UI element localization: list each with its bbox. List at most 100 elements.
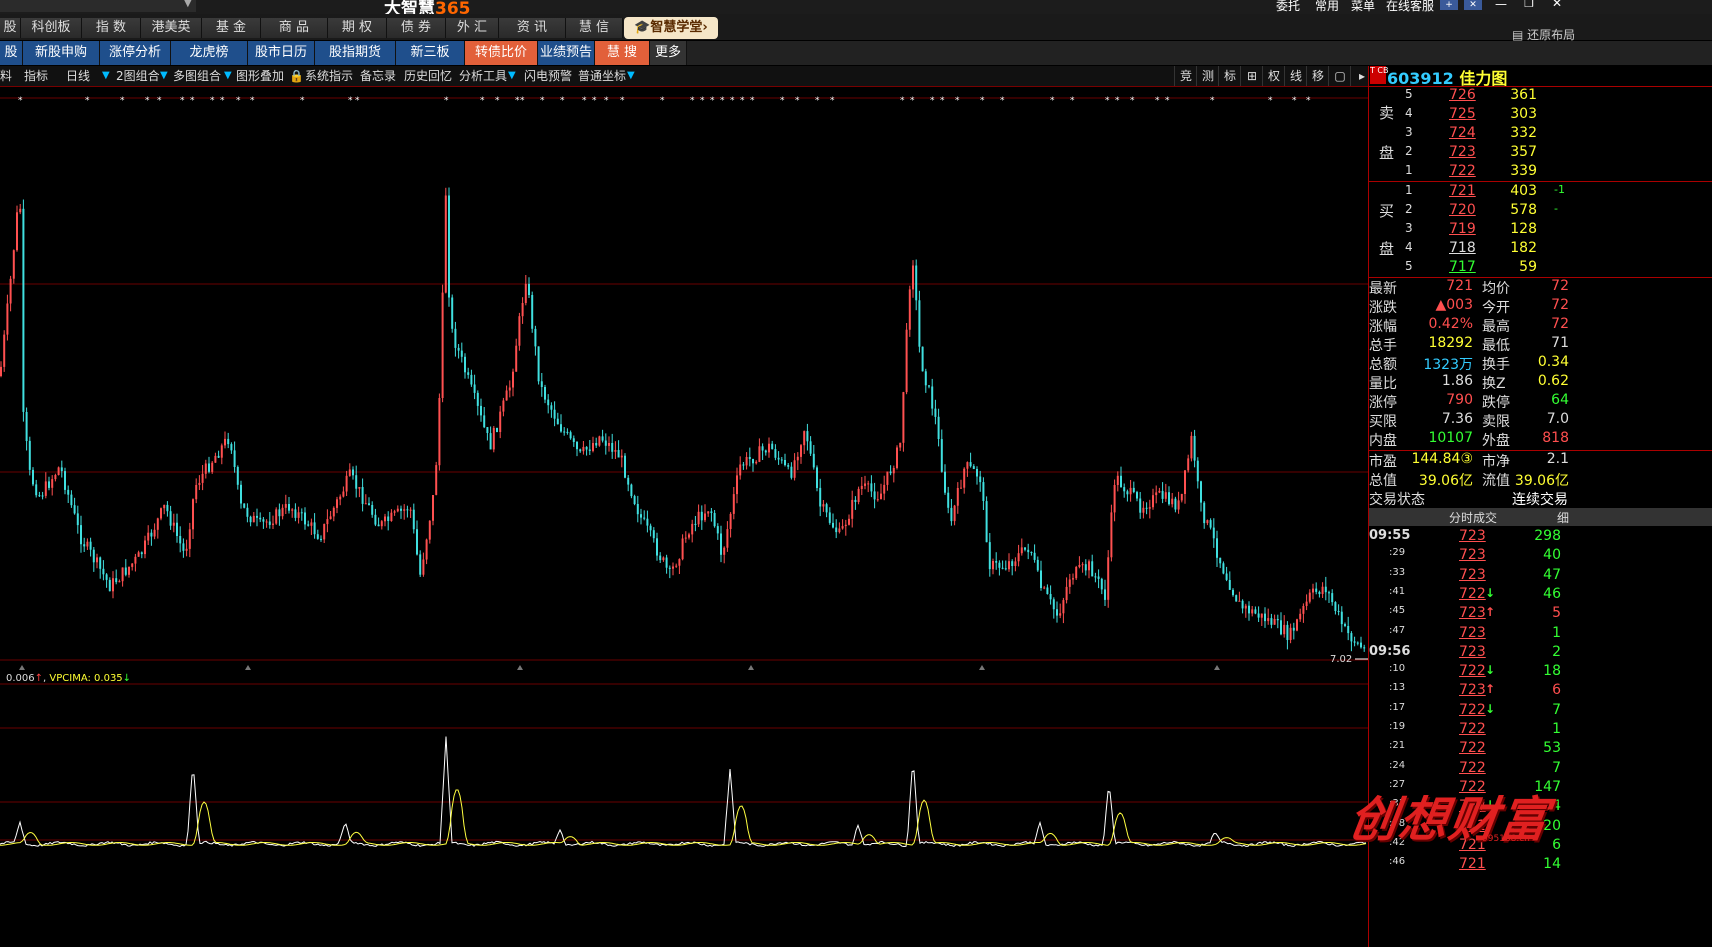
toolbar-history[interactable]: 历史回忆	[404, 66, 452, 86]
toolbar-line[interactable]: 线	[1284, 66, 1307, 86]
candle-body	[16, 212, 18, 251]
window-icon[interactable]: ▢	[1328, 66, 1351, 86]
candle-body	[1254, 609, 1257, 614]
candle-body	[835, 527, 838, 533]
menu-hk-us[interactable]: 港美英	[141, 18, 202, 38]
nav-index-futures[interactable]: 股指期货	[315, 41, 396, 65]
pin-icon[interactable]: ✕	[1464, 0, 1482, 10]
candle-body	[540, 381, 543, 387]
plus-icon[interactable]: +	[1440, 0, 1458, 10]
candle-body	[662, 557, 665, 561]
toolbar-system-indicator[interactable]: 系统指示	[305, 66, 353, 86]
nav-search[interactable]: 慧 搜	[595, 41, 650, 65]
menu-stocks[interactable]: 股	[0, 18, 21, 38]
tick-volume: 7	[1552, 701, 1561, 718]
menu-forex[interactable]: 外 汇	[446, 18, 499, 38]
event-marker: *	[750, 96, 755, 106]
stat-label: 涨跌	[1369, 300, 1397, 316]
candle-body	[1283, 624, 1286, 635]
menu-news[interactable]: 资 讯	[499, 18, 566, 38]
window-link-menu[interactable]: 菜单	[1351, 0, 1375, 14]
menu-index[interactable]: 指 数	[82, 18, 141, 38]
bid-price[interactable]: 718	[1449, 240, 1476, 256]
bid-price[interactable]: 719	[1449, 221, 1476, 237]
nav-stocks[interactable]: 股	[0, 41, 23, 65]
menu-funds[interactable]: 基 金	[202, 18, 261, 38]
dropdown-arrow-icon[interactable]: ▼	[160, 66, 168, 86]
dropdown-arrow-icon[interactable]: ▼	[184, 0, 192, 9]
dropdown-arrow-icon[interactable]: ▼	[224, 66, 232, 86]
nav-market-calendar[interactable]: 股市日历	[248, 41, 315, 65]
candle-body	[1216, 538, 1218, 558]
ask-price[interactable]: 724	[1449, 125, 1476, 141]
bid-price[interactable]: 720	[1449, 202, 1476, 218]
toolbar-memo[interactable]: 备忘录	[360, 66, 396, 86]
toolbar-multi-chart[interactable]: 多图组合	[173, 66, 221, 86]
candle-body	[246, 507, 249, 517]
candle-body	[1059, 613, 1062, 616]
candle-body	[617, 450, 620, 458]
menu-commodities[interactable]: 商 品	[261, 18, 328, 38]
toolbar-data[interactable]: 料	[0, 66, 12, 86]
toolbar-flash-alert[interactable]: 闪电预警	[524, 66, 572, 86]
menu-huixin[interactable]: 慧 信	[566, 18, 623, 38]
candle-body	[976, 469, 978, 477]
toolbar-rights[interactable]: 权	[1262, 66, 1285, 86]
candle-body	[572, 438, 575, 442]
ask-price[interactable]: 723	[1449, 144, 1476, 160]
dropdown-arrow-icon[interactable]: ▼	[508, 66, 516, 86]
toolbar-bid[interactable]: 竞	[1174, 66, 1197, 86]
toolbar-move[interactable]: 移	[1306, 66, 1329, 86]
candle-body	[544, 387, 546, 400]
tick-price: 723	[1459, 528, 1486, 544]
candle-body	[208, 463, 210, 472]
toolbar-period[interactable]: 日线	[66, 66, 90, 86]
candle-body	[1116, 475, 1119, 485]
candle-body	[979, 476, 982, 483]
toolbar-overlay[interactable]: 图形叠加	[236, 66, 284, 86]
toolbar-2-chart[interactable]: 2图组合	[116, 66, 160, 86]
tick-price: 722	[1459, 721, 1486, 737]
candle-body	[454, 328, 457, 348]
candle-body	[867, 483, 870, 485]
candle-body	[787, 465, 790, 467]
toolbar-coordinate[interactable]: 普通坐标	[578, 66, 626, 86]
close-icon[interactable]: ✕	[1546, 0, 1568, 10]
ask-price[interactable]: 726	[1449, 87, 1476, 103]
kline-chart[interactable]: * * * * * * * * * * * * * * * * * * * * * * * * * * * * * * * * * * * * * * * *…	[0, 86, 1368, 947]
tick-time: :41	[1389, 585, 1406, 597]
restore-window-icon[interactable]: ❐	[1518, 0, 1540, 10]
window-link-common[interactable]: 常用	[1315, 0, 1339, 14]
candle-body	[1238, 600, 1241, 602]
toolbar-indicator[interactable]: 指标	[24, 66, 48, 86]
window-link-service[interactable]: 在线客服	[1386, 0, 1434, 14]
search-box[interactable]	[0, 0, 196, 12]
ticks-detail-label[interactable]: 细	[1557, 509, 1569, 526]
nav-convertible[interactable]: 转债比价	[465, 41, 538, 65]
minimize-icon[interactable]: —	[1490, 0, 1512, 11]
nav-dragon-tiger[interactable]: 龙虎榜	[171, 41, 248, 65]
dropdown-arrow-icon[interactable]: ▼	[627, 66, 635, 86]
menu-bonds[interactable]: 债 券	[387, 18, 446, 38]
academy-button[interactable]: 🎓智慧学堂›	[624, 17, 718, 39]
bid-price[interactable]: 721	[1449, 183, 1476, 199]
nav-earnings-preview[interactable]: 业绩预告	[538, 41, 595, 65]
nav-ipo[interactable]: 新股申购	[23, 41, 100, 65]
period-dropdown-icon[interactable]: ▼	[102, 66, 110, 86]
toolbar-measure[interactable]: 测	[1196, 66, 1219, 86]
menu-options[interactable]: 期 权	[328, 18, 387, 38]
candle-body	[1129, 487, 1132, 495]
candle-body	[140, 552, 143, 555]
ask-price[interactable]: 725	[1449, 106, 1476, 122]
ask-price[interactable]: 722	[1449, 163, 1476, 179]
window-link-entrust[interactable]: 委托	[1276, 0, 1300, 14]
toolbar-analysis-tools[interactable]: 分析工具	[459, 66, 507, 86]
menu-star-market[interactable]: 科创板	[21, 18, 82, 38]
nav-more[interactable]: 更多	[650, 41, 687, 65]
candle-body	[684, 537, 687, 539]
grid-icon[interactable]: ⊞	[1240, 66, 1263, 86]
nav-limit-up[interactable]: 涨停分析	[100, 41, 171, 65]
toolbar-mark[interactable]: 标	[1218, 66, 1241, 86]
nav-neeq[interactable]: 新三板	[396, 41, 465, 65]
bid-price[interactable]: 717	[1449, 259, 1476, 275]
